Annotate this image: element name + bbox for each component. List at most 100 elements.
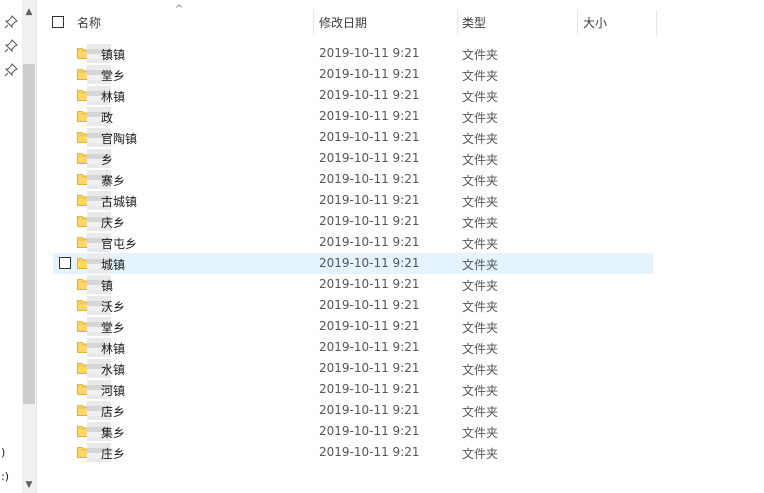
file-name[interactable]: 店乡 bbox=[101, 403, 125, 420]
file-row[interactable]: 政 2019-10-11 9:21 文件夹 bbox=[53, 106, 653, 127]
column-header-bar: ^ 名称 修改日期 类型 大小 bbox=[37, 0, 764, 44]
nav-item-fragment[interactable]: ) bbox=[1, 446, 5, 459]
file-modified-date: 2019-10-11 9:21 bbox=[319, 256, 420, 270]
pin-icon[interactable] bbox=[4, 63, 18, 77]
file-row[interactable]: 官陶镇 2019-10-11 9:21 文件夹 bbox=[53, 127, 653, 148]
file-type: 文件夹 bbox=[462, 363, 499, 377]
select-all-checkbox[interactable] bbox=[52, 16, 64, 28]
file-name[interactable]: 堂乡 bbox=[101, 67, 125, 84]
file-type: 文件夹 bbox=[462, 405, 499, 419]
file-modified-date: 2019-10-11 9:21 bbox=[319, 382, 420, 396]
column-header-modified[interactable]: 修改日期 bbox=[319, 14, 367, 31]
scroll-up-arrow-icon[interactable]: ▲ bbox=[22, 6, 36, 18]
column-divider[interactable] bbox=[457, 10, 458, 36]
file-row[interactable]: 堂乡 2019-10-11 9:21 文件夹 bbox=[53, 316, 653, 337]
file-row[interactable]: 寨乡 2019-10-11 9:21 文件夹 bbox=[53, 169, 653, 190]
nav-scrollbar[interactable]: ▲ ▼ bbox=[22, 0, 36, 493]
file-modified-date: 2019-10-11 9:21 bbox=[319, 424, 420, 438]
file-modified-date: 2019-10-11 9:21 bbox=[319, 67, 420, 81]
file-name[interactable]: 水镇 bbox=[101, 361, 125, 378]
file-name[interactable]: 林镇 bbox=[101, 340, 125, 357]
file-modified-date: 2019-10-11 9:21 bbox=[319, 445, 420, 459]
file-name[interactable]: 寨乡 bbox=[101, 172, 125, 189]
file-name[interactable]: 庄乡 bbox=[101, 445, 125, 462]
file-name[interactable]: 乡 bbox=[101, 151, 113, 168]
column-divider[interactable] bbox=[313, 10, 314, 36]
file-modified-date: 2019-10-11 9:21 bbox=[319, 214, 420, 228]
file-row[interactable]: 店乡 2019-10-11 9:21 文件夹 bbox=[53, 400, 653, 421]
pin-icon[interactable] bbox=[4, 39, 18, 53]
file-row[interactable]: 庄乡 2019-10-11 9:21 文件夹 bbox=[53, 442, 653, 463]
file-name[interactable]: 镇镇 bbox=[101, 46, 125, 63]
file-row[interactable]: 林镇 2019-10-11 9:21 文件夹 bbox=[53, 337, 653, 358]
file-row[interactable]: 城镇 2019-10-11 9:21 文件夹 bbox=[53, 253, 653, 274]
file-modified-date: 2019-10-11 9:21 bbox=[319, 235, 420, 249]
file-type: 文件夹 bbox=[462, 447, 499, 461]
nav-item-fragment[interactable]: :) bbox=[1, 470, 9, 483]
file-type: 文件夹 bbox=[462, 321, 499, 335]
file-modified-date: 2019-10-11 9:21 bbox=[319, 319, 420, 333]
file-modified-date: 2019-10-11 9:21 bbox=[319, 403, 420, 417]
file-modified-date: 2019-10-11 9:21 bbox=[319, 109, 420, 123]
column-header-size[interactable]: 大小 bbox=[583, 14, 607, 31]
pin-icon[interactable] bbox=[4, 15, 18, 29]
file-name[interactable]: 官陶镇 bbox=[101, 130, 137, 147]
file-modified-date: 2019-10-11 9:21 bbox=[319, 361, 420, 375]
file-row[interactable]: 水镇 2019-10-11 9:21 文件夹 bbox=[53, 358, 653, 379]
file-modified-date: 2019-10-11 9:21 bbox=[319, 193, 420, 207]
file-name[interactable]: 城镇 bbox=[101, 256, 125, 273]
file-type: 文件夹 bbox=[462, 258, 499, 272]
file-modified-date: 2019-10-11 9:21 bbox=[319, 340, 420, 354]
file-modified-date: 2019-10-11 9:21 bbox=[319, 172, 420, 186]
scrollbar-thumb[interactable] bbox=[23, 64, 35, 404]
file-row[interactable]: 乡 2019-10-11 9:21 文件夹 bbox=[53, 148, 653, 169]
sort-ascending-icon: ^ bbox=[175, 4, 184, 15]
file-modified-date: 2019-10-11 9:21 bbox=[319, 298, 420, 312]
file-type: 文件夹 bbox=[462, 216, 499, 230]
file-type: 文件夹 bbox=[462, 174, 499, 188]
file-name[interactable]: 林镇 bbox=[101, 88, 125, 105]
file-type: 文件夹 bbox=[462, 342, 499, 356]
file-row[interactable]: 镇 2019-10-11 9:21 文件夹 bbox=[53, 274, 653, 295]
row-checkbox[interactable] bbox=[59, 257, 71, 269]
file-type: 文件夹 bbox=[462, 300, 499, 314]
file-type: 文件夹 bbox=[462, 426, 499, 440]
file-name[interactable]: 镇 bbox=[101, 277, 113, 294]
pane-divider[interactable] bbox=[36, 0, 37, 493]
navigation-pane: ) :) bbox=[0, 0, 22, 493]
file-modified-date: 2019-10-11 9:21 bbox=[319, 151, 420, 165]
file-type: 文件夹 bbox=[462, 195, 499, 209]
column-header-type[interactable]: 类型 bbox=[462, 14, 486, 31]
file-type: 文件夹 bbox=[462, 69, 499, 83]
file-row[interactable]: 堂乡 2019-10-11 9:21 文件夹 bbox=[53, 64, 653, 85]
file-row[interactable]: 沃乡 2019-10-11 9:21 文件夹 bbox=[53, 295, 653, 316]
file-modified-date: 2019-10-11 9:21 bbox=[319, 130, 420, 144]
column-divider[interactable] bbox=[577, 10, 578, 36]
file-row[interactable]: 庆乡 2019-10-11 9:21 文件夹 bbox=[53, 211, 653, 232]
file-modified-date: 2019-10-11 9:21 bbox=[319, 277, 420, 291]
file-row[interactable]: 林镇 2019-10-11 9:21 文件夹 bbox=[53, 85, 653, 106]
column-header-name[interactable]: 名称 bbox=[77, 14, 101, 31]
file-name[interactable]: 古城镇 bbox=[101, 193, 137, 210]
file-name[interactable]: 集乡 bbox=[101, 424, 125, 441]
file-name[interactable]: 沃乡 bbox=[101, 298, 125, 315]
file-row[interactable]: 集乡 2019-10-11 9:21 文件夹 bbox=[53, 421, 653, 442]
file-type: 文件夹 bbox=[462, 90, 499, 104]
file-row[interactable]: 古城镇 2019-10-11 9:21 文件夹 bbox=[53, 190, 653, 211]
scroll-down-arrow-icon[interactable]: ▼ bbox=[22, 479, 36, 491]
file-type: 文件夹 bbox=[462, 48, 499, 62]
file-name[interactable]: 庆乡 bbox=[101, 214, 125, 231]
file-type: 文件夹 bbox=[462, 237, 499, 251]
column-divider[interactable] bbox=[656, 10, 657, 36]
file-row[interactable]: 河镇 2019-10-11 9:21 文件夹 bbox=[53, 379, 653, 400]
file-type: 文件夹 bbox=[462, 384, 499, 398]
file-row[interactable]: 官屯乡 2019-10-11 9:21 文件夹 bbox=[53, 232, 653, 253]
file-modified-date: 2019-10-11 9:21 bbox=[319, 46, 420, 60]
file-name[interactable]: 政 bbox=[101, 109, 113, 126]
file-name[interactable]: 河镇 bbox=[101, 382, 125, 399]
file-name[interactable]: 堂乡 bbox=[101, 319, 125, 336]
file-row[interactable]: 镇镇 2019-10-11 9:21 文件夹 bbox=[53, 43, 653, 64]
file-name[interactable]: 官屯乡 bbox=[101, 235, 137, 252]
file-type: 文件夹 bbox=[462, 111, 499, 125]
file-type: 文件夹 bbox=[462, 132, 499, 146]
